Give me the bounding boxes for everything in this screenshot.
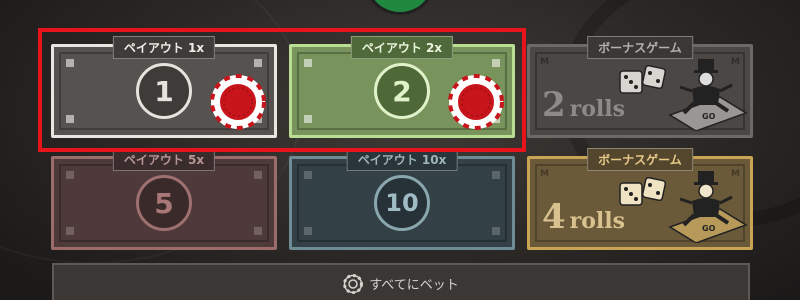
bonus-label: ボーナスゲーム: [587, 36, 693, 59]
payout-label: ペイアウト 5x: [112, 148, 216, 171]
bet-spot-bonus-2-rolls[interactable]: M M ボーナスゲーム 2 rolls GO: [527, 36, 753, 138]
bet-all-label: すべてにベット: [369, 278, 459, 293]
mr-monopoly-go-icon: GO: [668, 59, 748, 131]
corner-mark: [66, 171, 74, 179]
corner-mark: [492, 59, 500, 67]
bet-spot-payout-1x[interactable]: ペイアウト 1x 1: [51, 36, 277, 138]
corner-mark: [66, 59, 74, 67]
rolls-word: rolls: [569, 208, 626, 234]
bet-number: 2: [374, 63, 430, 119]
svg-text:GO: GO: [702, 112, 716, 121]
mr-monopoly-go-icon: GO: [668, 171, 748, 243]
corner-mark: [304, 171, 312, 179]
bonus-rolls: 2 rolls: [542, 85, 625, 125]
corner-mark: [304, 115, 312, 123]
svg-text:GO: GO: [702, 224, 716, 233]
payout-label: ペイアウト 10x: [346, 148, 458, 171]
dice-icon: [619, 65, 667, 94]
payout-label: ペイアウト 1x: [112, 36, 216, 59]
bet-number: 10: [374, 175, 430, 231]
corner-mark: [254, 227, 262, 235]
bonus-rolls: 4 rolls: [542, 197, 625, 237]
bonus-label: ボーナスゲーム: [587, 148, 693, 171]
corner-mark: [254, 171, 262, 179]
bet-spot-payout-5x[interactable]: ペイアウト 5x 5: [51, 148, 277, 250]
corner-mark: [254, 59, 262, 67]
dice-icon: [619, 177, 667, 206]
corner-mark: [304, 227, 312, 235]
corner-mark: [66, 115, 74, 123]
corner-mark: [492, 171, 500, 179]
rolls-count: 4: [542, 197, 566, 237]
chip-icon: [343, 274, 364, 294]
placed-chip-icon: [448, 74, 504, 130]
game-board: ペイアウト 1x 1 ペイアウト 2x 2 M M ボーナスゲーム 2roll: [0, 0, 800, 300]
m-mark-icon: M: [540, 169, 549, 179]
bet-number: 5: [136, 175, 192, 231]
top-wheel-indicator: [367, 0, 433, 12]
bet-all-button[interactable]: すべてにベット: [52, 263, 750, 300]
bet-number: 1: [136, 63, 192, 119]
payout-label: ペイアウト 2x: [350, 36, 454, 59]
corner-mark: [492, 227, 500, 235]
corner-mark: [304, 59, 312, 67]
bet-spot-bonus-4-rolls[interactable]: M M ボーナスゲーム 4 rolls GO: [527, 148, 753, 250]
rolls-word: rolls: [569, 96, 626, 122]
rolls-count: 2: [542, 85, 566, 125]
corner-mark: [66, 227, 74, 235]
bet-spot-payout-10x[interactable]: ペイアウト 10x 10: [289, 148, 515, 250]
placed-chip-icon: [210, 74, 266, 130]
m-mark-icon: M: [540, 57, 549, 67]
bet-spot-payout-2x[interactable]: ペイアウト 2x 2: [289, 36, 515, 138]
